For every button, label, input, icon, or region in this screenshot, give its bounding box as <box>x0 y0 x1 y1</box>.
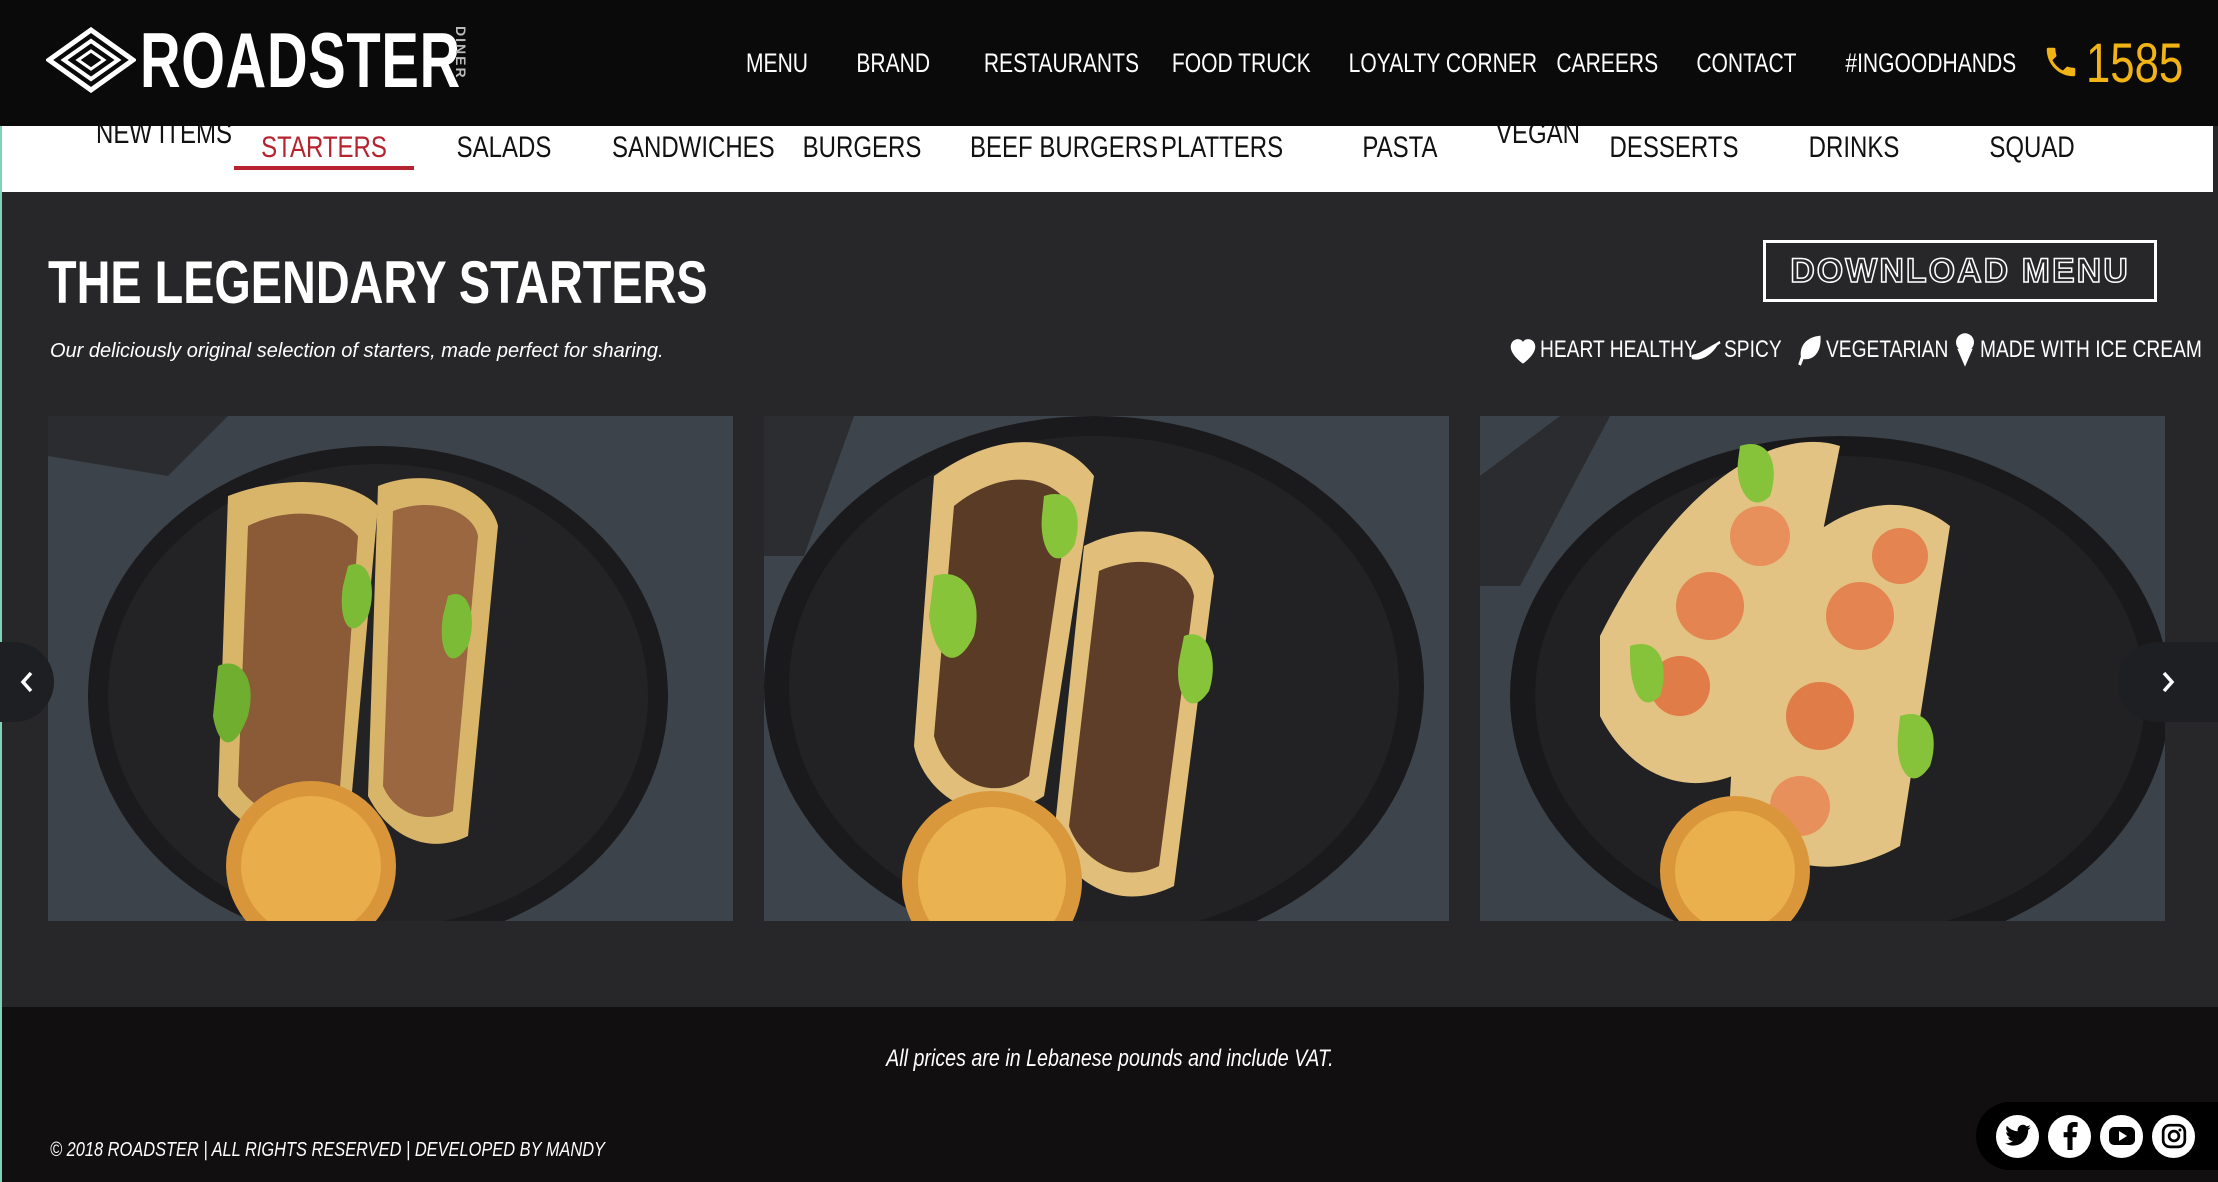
category-squad[interactable]: SQUAD <box>1960 128 2104 168</box>
section-subtitle: Our deliciously original selection of st… <box>50 340 664 362</box>
carousel-prev-button[interactable] <box>0 642 54 722</box>
social-links <box>1976 1102 2218 1170</box>
category-burgers[interactable]: BURGERS <box>790 128 934 168</box>
legend-label: MADE WITH ICE CREAM <box>1980 336 2202 363</box>
chili-icon <box>1691 340 1721 360</box>
nav-brand[interactable]: BRAND <box>856 40 930 86</box>
chevron-right-icon <box>2162 671 2175 693</box>
copyright: © 2018 ROADSTER | ALL RIGHTS RESERVED | … <box>50 1139 605 1161</box>
category-new-items[interactable]: NEW ITEMS <box>92 126 236 154</box>
nav-food-truck[interactable]: FOOD TRUCK <box>1172 40 1311 86</box>
youtube-icon[interactable] <box>2100 1114 2143 1158</box>
nav-careers[interactable]: CAREERS <box>1556 40 1658 86</box>
price-note: All prices are in Lebanese pounds and in… <box>2 1045 2218 1073</box>
phone-hotline[interactable]: 1585 <box>2042 28 2211 96</box>
instagram-icon[interactable] <box>2152 1114 2195 1158</box>
carousel-item-beef-tacos[interactable] <box>764 416 1449 921</box>
category-pasta[interactable]: PASTA <box>1328 128 1472 168</box>
nav-loyalty-corner[interactable]: LOYALTY CORNER <box>1349 40 1537 86</box>
starters-carousel <box>0 416 2218 922</box>
nav-menu[interactable]: MENU <box>737 40 817 86</box>
price-note-text: All prices are in Lebanese pounds and in… <box>886 1045 1334 1072</box>
site-header: ROADSTER DINER MENU BRAND RESTAURANTS FO… <box>0 0 2218 126</box>
shrimp-tacos-photo <box>1480 416 2165 921</box>
legend-label: VEGETARIAN <box>1826 336 1949 363</box>
category-platters[interactable]: PLATTERS <box>1150 128 1294 168</box>
carousel-item-chicken-tacos[interactable] <box>48 416 733 921</box>
nav-restaurants[interactable]: RESTAURANTS <box>984 40 1139 86</box>
category-desserts[interactable]: DESSERTS <box>1602 128 1746 168</box>
active-category-underline <box>234 166 414 170</box>
site-footer: All prices are in Lebanese pounds and in… <box>2 1007 2218 1182</box>
nav-contact[interactable]: CONTACT <box>1696 40 1796 86</box>
category-starters[interactable]: STARTERS <box>252 128 396 168</box>
ice-cream-icon <box>1956 333 1974 367</box>
section-title: THE LEGENDARY STARTERS <box>48 249 708 316</box>
legend-spicy: SPICY <box>1690 330 1796 370</box>
chevron-left-icon <box>20 671 33 693</box>
carousel-next-button[interactable] <box>2118 642 2218 722</box>
leaf-icon <box>1798 335 1821 366</box>
legend-label: HEART HEALTHY <box>1540 336 1697 363</box>
category-salads[interactable]: SALADS <box>432 128 576 168</box>
category-bar: NEW ITEMS STARTERS SALADS SANDWICHES BUR… <box>2 126 2213 192</box>
nav-ingoodhands[interactable]: #INGOODHANDS <box>1845 40 2016 86</box>
legend-ice-cream: MADE WITH ICE CREAM <box>1950 330 2218 370</box>
beef-tacos-photo <box>764 416 1449 921</box>
category-beef-burgers[interactable]: BEEF BURGERS <box>970 128 1158 168</box>
download-menu-button[interactable]: DOWNLOAD MENU <box>1763 240 2157 302</box>
chicken-tacos-photo <box>48 416 733 921</box>
heart-icon <box>1510 339 1536 364</box>
phone-number: 1585 <box>2086 30 2184 94</box>
facebook-icon[interactable] <box>2048 1114 2091 1158</box>
twitter-icon[interactable] <box>1996 1114 2039 1158</box>
category-vegan[interactable]: VEGAN <box>1466 126 1610 154</box>
legend-label: SPICY <box>1724 336 1782 363</box>
main-nav: MENU BRAND RESTAURANTS FOOD TRUCK LOYALT… <box>0 40 2218 86</box>
phone-icon <box>2046 47 2076 77</box>
download-menu-label: DOWNLOAD MENU <box>1789 251 2130 291</box>
category-drinks[interactable]: DRINKS <box>1782 128 1926 168</box>
carousel-item-shrimp-tacos[interactable] <box>1480 416 2165 921</box>
category-sandwiches[interactable]: SANDWICHES <box>612 128 775 168</box>
